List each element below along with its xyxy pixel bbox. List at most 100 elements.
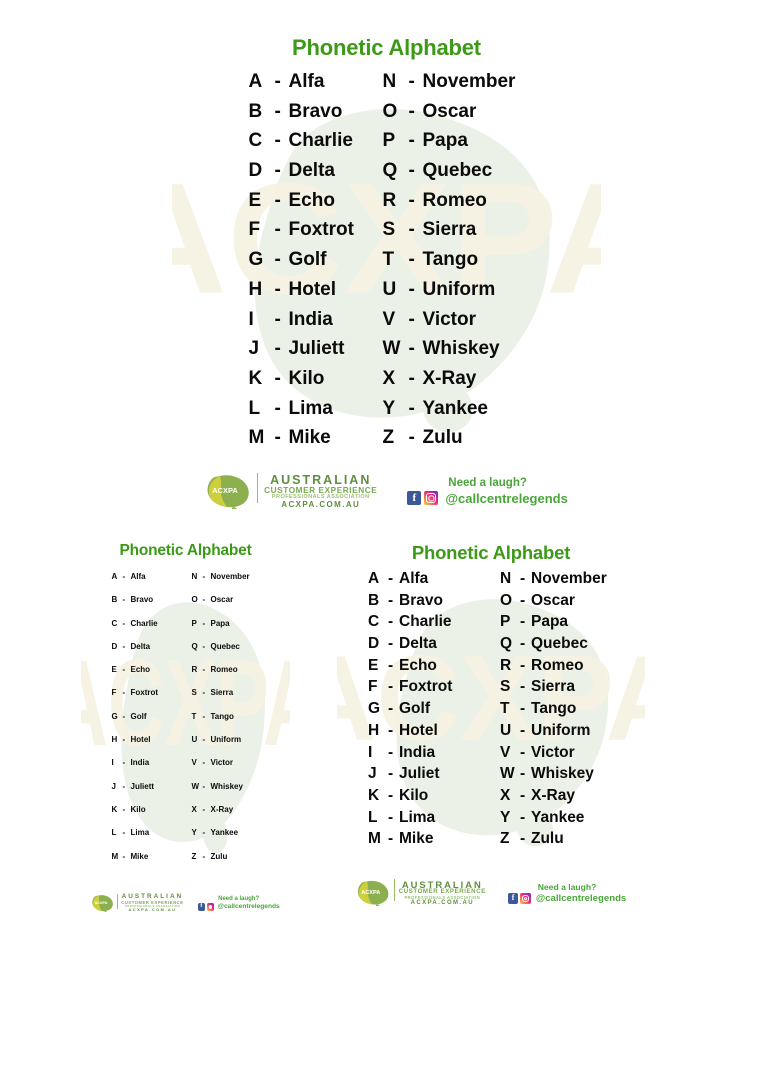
alphabet-word: Charlie <box>288 130 353 152</box>
alphabet-word: Juliet <box>399 765 440 783</box>
acxpa-brand-lockup: ACXPA AUSTRALIAN CUSTOMER EXPERIENCE PRO… <box>356 879 486 910</box>
alphabet-dash: - <box>202 572 206 581</box>
alphabet-word: Zulu <box>531 830 564 848</box>
alphabet-row: G - Golf <box>249 245 371 275</box>
social-handle-text: @callcentrelegends <box>445 490 568 506</box>
alphabet-row: O - Oscar <box>383 97 581 127</box>
alphabet-row: T - Tango <box>192 705 282 728</box>
poster-footer: ACXPA AUSTRALIAN CUSTOMER EXPERIENCE PRO… <box>337 875 645 912</box>
social-callout: Need a laugh? f @callcentrelegends <box>507 882 626 904</box>
alphabet-letter: J <box>111 781 116 791</box>
alphabet-letter: P <box>191 618 197 628</box>
alphabet-letter: M <box>368 830 381 848</box>
alphabet-word: Whiskey <box>531 765 594 783</box>
alphabet-row: A - Alfa <box>249 67 371 97</box>
alphabet-row: Q - Quebec <box>192 635 282 658</box>
alphabet-letter: H <box>111 735 118 745</box>
alphabet-word: Tango <box>210 711 234 721</box>
right-column: N - November O - Oscar P - Papa Q - Quebec R - Romeo S -… <box>371 67 581 469</box>
alphabet-word: Kilo <box>288 367 325 389</box>
alphabet-letter: B <box>248 100 263 122</box>
facebook-icon[interactable]: f <box>507 893 519 904</box>
alphabet-word: X-Ray <box>210 804 234 814</box>
instagram-icon[interactable] <box>424 491 439 506</box>
alphabet-dash: - <box>388 786 394 804</box>
alphabet-dash: - <box>122 572 126 581</box>
alphabet-row: N - November <box>500 568 640 590</box>
alphabet-row: C - Charlie <box>112 612 186 635</box>
alphabet-dash: - <box>122 665 126 675</box>
alphabet-letter: W <box>382 338 401 360</box>
alphabet-letter: W <box>500 765 515 783</box>
alphabet-dash: - <box>122 828 126 838</box>
alphabet-row: N - November <box>383 67 581 97</box>
alphabet-dash: - <box>520 721 526 739</box>
alphabet-row: B - Bravo <box>249 97 371 127</box>
alphabet-word: Oscar <box>210 595 234 605</box>
alphabet-dash: - <box>388 591 394 609</box>
alphabet-row: J - Juliett <box>112 775 186 798</box>
alphabet-row: M - Mike <box>368 828 490 850</box>
alphabet-letter: G <box>248 249 264 271</box>
alphabet-dash: - <box>520 591 526 609</box>
alphabet-dash: - <box>274 367 281 389</box>
alphabet-row: P - Papa <box>500 611 640 633</box>
alphabet-word: X-Ray <box>531 786 575 804</box>
alphabet-word: Foxtrot <box>130 688 159 698</box>
alphabet-letter: A <box>248 71 263 92</box>
alphabet-dash: - <box>408 189 415 211</box>
alphabet-word: Romeo <box>531 656 584 674</box>
alphabet-row: T - Tango <box>383 245 581 275</box>
alphabet-letter: W <box>191 781 200 791</box>
alphabet-letter: D <box>111 641 118 651</box>
page-title: Phonetic Alphabet <box>292 35 481 60</box>
alphabet-row: Z - Zulu <box>500 828 640 850</box>
alphabet-row: F - Foxtrot <box>249 215 371 245</box>
alphabet-word: Quebec <box>531 635 588 653</box>
alphabet-dash: - <box>274 100 281 122</box>
alphabet-dash: - <box>122 781 126 791</box>
alphabet-letter: M <box>248 427 265 449</box>
alphabet-dash: - <box>122 618 126 628</box>
alphabet-dash: - <box>520 613 526 631</box>
main-poster: ACXPA Phonetic Alphabet A-AlfaB-BravoC-C… <box>172 25 601 518</box>
alphabet-word: Hotel <box>288 278 337 300</box>
page-canvas: ACXPA Phonetic Alphabet A-AlfaB-BravoC-C… <box>0 0 768 1086</box>
alphabet-dash: - <box>520 830 526 848</box>
alphabet-dash: - <box>520 808 526 826</box>
facebook-icon[interactable]: f <box>197 903 206 911</box>
need-a-laugh-text: Need a laugh? <box>218 896 260 903</box>
page-title: Phonetic Alphabet <box>411 542 571 563</box>
alphabet-dash: - <box>202 735 206 745</box>
alphabet-row: R - Romeo <box>383 186 581 216</box>
alphabet-row: F - Foxtrot <box>112 681 186 704</box>
alphabet-dash: - <box>274 397 281 419</box>
alphabet-row: D - Delta <box>249 156 371 186</box>
alphabet-row: H - Hotel <box>112 728 186 751</box>
alphabet-letter: V <box>191 758 197 768</box>
alphabet-dash: - <box>122 641 126 651</box>
alphabet-letter: S <box>191 688 197 698</box>
alphabet-dash: - <box>408 100 415 122</box>
brand-divider <box>257 473 259 504</box>
australia-map-logo-icon: ACXPA <box>356 879 390 910</box>
alphabet-word: Zulu <box>210 851 228 861</box>
instagram-icon[interactable] <box>520 893 531 904</box>
bottom-right-poster: ACXPA Phonetic Alphabet A-AlfaB-BravoC-C… <box>337 535 645 912</box>
alphabet-row: T - Tango <box>500 698 640 720</box>
alphabet-word: Sierra <box>210 688 234 698</box>
svg-text:ACXPA: ACXPA <box>361 890 380 896</box>
alphabet-dash: - <box>274 160 281 182</box>
alphabet-letter: T <box>500 700 510 718</box>
alphabet-letter: K <box>368 786 380 804</box>
alphabet-row: S - Sierra <box>192 681 282 704</box>
alphabet-row: D - Delta <box>112 635 186 658</box>
alphabet-row: B - Bravo <box>368 590 490 612</box>
alphabet-letter: U <box>500 721 512 739</box>
alphabet-dash: - <box>408 278 415 300</box>
alphabet-letter: V <box>500 743 511 761</box>
instagram-icon[interactable] <box>206 903 215 911</box>
alphabet-row: P - Papa <box>383 126 581 156</box>
alphabet-word: Juliett <box>288 338 345 360</box>
facebook-icon[interactable]: f <box>407 491 422 506</box>
